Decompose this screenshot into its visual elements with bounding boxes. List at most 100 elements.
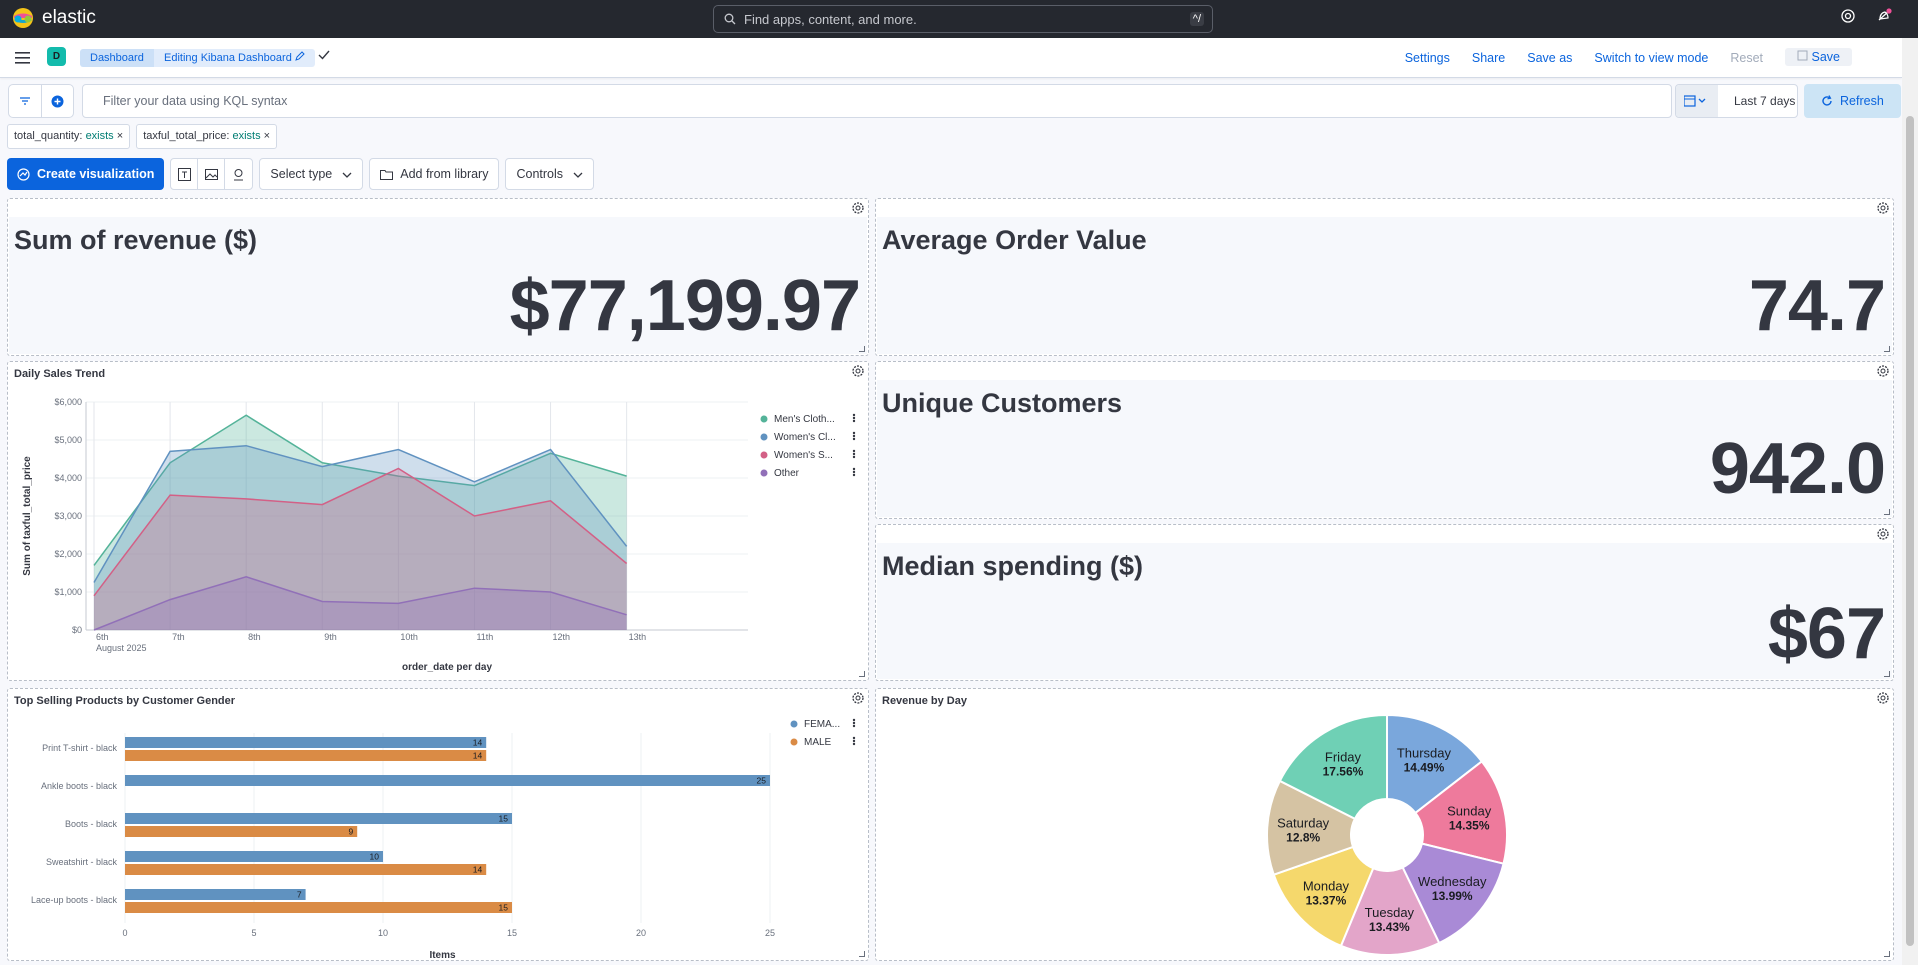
page-scrollbar[interactable] — [1902, 38, 1918, 965]
folder-icon — [380, 170, 394, 180]
filter-field: taxful_total_price: — [143, 130, 230, 142]
menu-icon[interactable] — [15, 52, 30, 64]
x-sublabel: August 2025 — [96, 643, 147, 653]
app-name: elastic — [42, 7, 96, 28]
settings-link[interactable]: Settings — [1405, 51, 1450, 66]
breadcrumb-dashboard[interactable]: Dashboard — [80, 49, 154, 67]
create-visualization-label: Create visualization — [37, 167, 155, 181]
bar-value-label: 15 — [499, 814, 509, 824]
x-tick-label: 10 — [378, 928, 388, 938]
controls-button[interactable]: Controls — [505, 158, 595, 190]
resize-handle[interactable] — [1884, 671, 1890, 677]
metric-title: Sum of revenue ($) — [14, 225, 258, 255]
resize-handle[interactable] — [1884, 951, 1890, 957]
legend-options-icon — [852, 742, 856, 746]
x-tick-label: 10th — [400, 632, 418, 642]
create-visualization-button[interactable]: Create visualization — [7, 158, 165, 190]
y-tick-label: $2,000 — [54, 549, 82, 559]
panel-average-order-value: Average Order Value 74.7 — [875, 198, 1894, 356]
space-avatar[interactable]: D — [47, 47, 66, 66]
elastic-logo[interactable]: elastic — [12, 7, 96, 29]
filter-pill[interactable]: taxful_total_price: exists × — [136, 124, 278, 149]
slice-percent: 13.43% — [1369, 920, 1410, 934]
legend-options-icon — [852, 455, 856, 459]
metric-value: 942.0 — [1709, 429, 1886, 509]
save-icon — [1797, 50, 1808, 61]
global-search-input[interactable]: Find apps, content, and more. ^/ — [713, 5, 1213, 33]
close-icon[interactable]: × — [264, 130, 270, 142]
add-text-button[interactable] — [171, 159, 199, 189]
filter-menu-button[interactable] — [9, 85, 42, 117]
filter-op: exists — [232, 130, 261, 142]
bar-value-label: 7 — [297, 890, 302, 900]
filter-field: total_quantity: — [14, 130, 83, 142]
date-quick-menu-button[interactable] — [1676, 85, 1718, 117]
plus-circle-icon — [51, 95, 64, 107]
x-tick-label: 5 — [251, 928, 256, 938]
save-label: Save — [1811, 50, 1841, 64]
slice-label: Friday — [1325, 749, 1362, 764]
bar — [125, 826, 358, 837]
bar — [125, 775, 770, 786]
slice-label: Monday — [1303, 879, 1350, 894]
y-axis-title: Sum of taxful_total_price — [22, 456, 33, 576]
help-icon[interactable] — [1840, 8, 1856, 24]
chevron-down-icon — [342, 172, 352, 178]
legend-label: Men's Cloth... — [774, 414, 835, 425]
date-picker[interactable]: Last 7 days — [1675, 84, 1798, 118]
y-tick-label: $4,000 — [54, 473, 82, 483]
resize-handle[interactable] — [859, 671, 865, 677]
bar-value-label: 9 — [348, 827, 353, 837]
legend-options-icon — [852, 739, 856, 743]
add-image-button[interactable] — [198, 159, 226, 189]
close-icon[interactable]: × — [117, 130, 123, 142]
filter-icon — [19, 97, 30, 105]
save-as-link[interactable]: Save as — [1527, 51, 1572, 66]
add-filter-button[interactable] — [42, 85, 74, 117]
share-link[interactable]: Share — [1472, 51, 1505, 66]
resize-handle[interactable] — [859, 346, 865, 352]
legend-label: Women's S... — [774, 450, 833, 461]
filter-pill[interactable]: total_quantity: exists × — [7, 124, 131, 149]
kql-query-input[interactable]: Filter your data using KQL syntax — [82, 84, 1672, 118]
resize-handle[interactable] — [859, 951, 865, 957]
refresh-label: Refresh — [1840, 94, 1884, 108]
refresh-icon — [1822, 95, 1832, 106]
panel-options-gear-icon[interactable] — [1876, 201, 1890, 215]
resize-handle[interactable] — [1884, 509, 1890, 515]
add-from-library-button[interactable]: Add from library — [369, 158, 500, 190]
bar — [125, 813, 512, 824]
breadcrumb-editing[interactable]: Editing Kibana Dashboard — [154, 49, 315, 67]
panel-options-gear-icon[interactable] — [851, 201, 865, 215]
panel-options-gear-icon[interactable] — [1876, 364, 1890, 378]
controls-label: Controls — [516, 167, 564, 181]
save-button[interactable]: Save — [1785, 48, 1852, 66]
legend-options-icon — [852, 437, 856, 441]
panel-options-gear-icon[interactable] — [1876, 527, 1890, 541]
scrollbar-thumb[interactable] — [1906, 116, 1914, 946]
pie-chart: Thursday14.49% Sunday14.35% Wednesday13.99… — [1266, 713, 1508, 956]
panel-options-gear-icon[interactable] — [851, 691, 865, 705]
legend-swatch — [760, 433, 768, 441]
slice-label: Wednesday — [1418, 874, 1487, 889]
y-tick-label: $6,000 — [54, 397, 82, 407]
x-tick-label: 6th — [96, 632, 109, 642]
check-icon[interactable] — [318, 48, 330, 62]
add-from-library-label: Add from library — [400, 167, 489, 181]
add-map-button[interactable] — [225, 159, 252, 189]
reset-link[interactable]: Reset — [1730, 51, 1763, 66]
resize-handle[interactable] — [1884, 346, 1890, 352]
y-tick-label: Sweatshirt - black — [46, 857, 118, 867]
switch-view-mode-link[interactable]: Switch to view mode — [1594, 51, 1708, 66]
panel-options-gear-icon[interactable] — [1876, 691, 1890, 705]
chevron-down-icon — [573, 172, 583, 178]
panel-daily-sales-trend: Daily Sales Trend $0 $1,000 $2,000 $3,000 $4… — [7, 361, 869, 681]
select-type-button[interactable]: Select type — [259, 158, 364, 190]
y-tick-label: Lace-up boots - black — [31, 895, 118, 905]
visualize-icon — [17, 168, 30, 181]
notifications-icon[interactable] — [1876, 8, 1892, 24]
legend-options-icon — [852, 718, 856, 722]
pencil-icon — [295, 51, 305, 61]
refresh-button[interactable]: Refresh — [1804, 84, 1901, 118]
search-shortcut: ^/ — [1189, 12, 1204, 26]
